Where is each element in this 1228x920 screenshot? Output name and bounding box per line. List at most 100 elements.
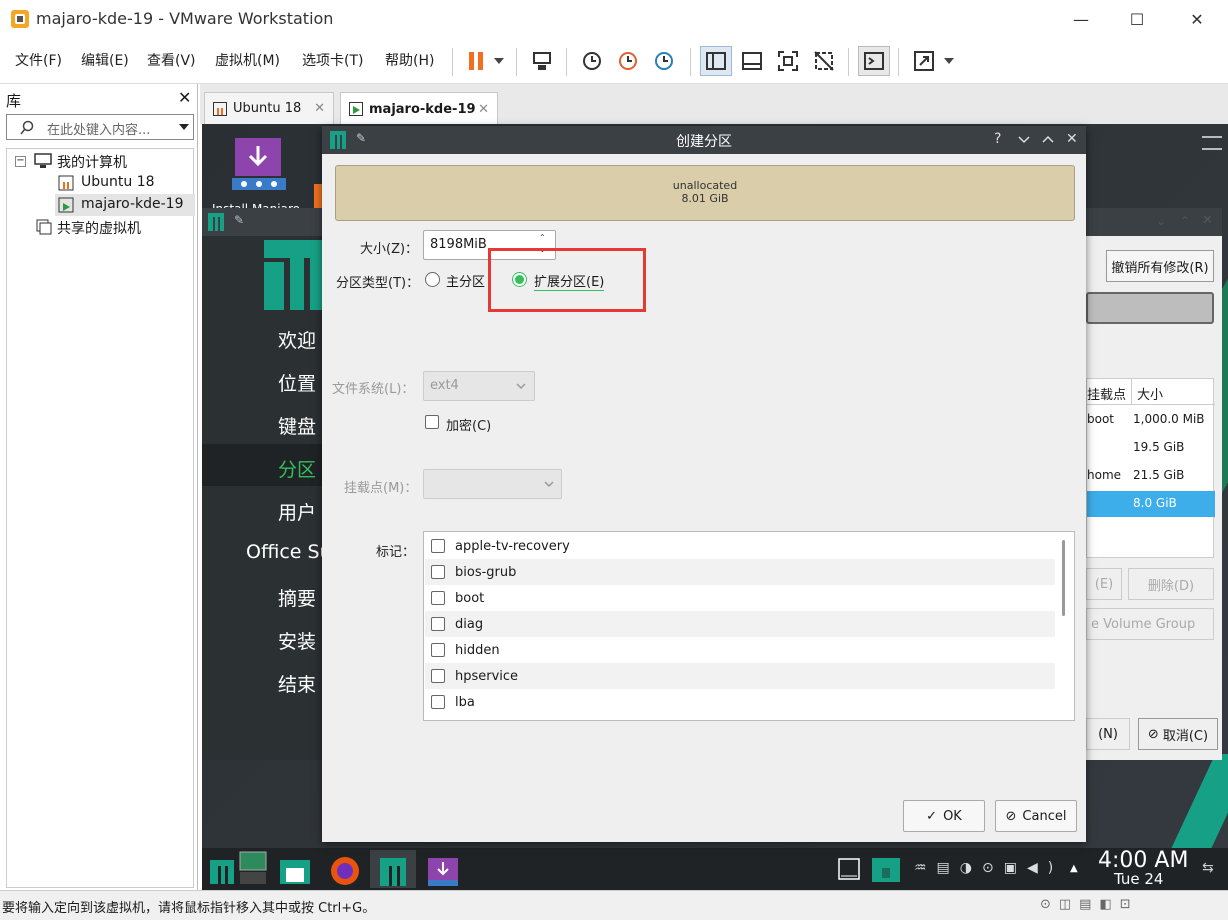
tray-icons[interactable]: ♒▤◑⊙▣◀): [914, 860, 1063, 876]
nav-keyboard[interactable]: 键盘: [278, 412, 316, 439]
revert-all-button[interactable]: 撤销所有修改(R): [1106, 250, 1214, 282]
primary-label[interactable]: 主分区(P): [446, 271, 486, 290]
nav-finish[interactable]: 结束: [278, 670, 316, 697]
close-icon[interactable]: ✕: [314, 101, 325, 116]
fullscreen-icon[interactable]: [772, 46, 804, 76]
close-icon[interactable]: ✕: [178, 88, 191, 107]
flag-checkbox[interactable]: [431, 643, 445, 657]
manjaro-settings-icon[interactable]: [376, 854, 410, 888]
filesystem-select[interactable]: ext4: [423, 371, 535, 401]
ok-button[interactable]: ✓ OK: [903, 800, 985, 832]
primary-radio[interactable]: [425, 272, 440, 287]
nav-partitions[interactable]: 分区: [278, 455, 316, 482]
flag-checkbox[interactable]: [431, 539, 445, 553]
menu-tabs[interactable]: 选项卡(T): [302, 50, 363, 70]
collapse-icon[interactable]: −: [15, 156, 26, 167]
folder-icon[interactable]: [870, 854, 902, 884]
install-manjaro-icon[interactable]: [232, 136, 286, 192]
flag-row[interactable]: apple-tv-recovery: [425, 533, 1055, 559]
flag-checkbox[interactable]: [431, 669, 445, 683]
nav-summary[interactable]: 摘要: [278, 584, 316, 611]
nav-install[interactable]: 安装: [278, 627, 316, 654]
flag-row[interactable]: lba: [425, 689, 1055, 715]
manjaro-logo-icon: [208, 213, 224, 231]
flag-row[interactable]: hpservice: [425, 663, 1055, 689]
flag-row[interactable]: boot: [425, 585, 1055, 611]
chevron-up-icon[interactable]: ⌃: [1180, 214, 1190, 228]
minimize-button[interactable]: —: [1058, 6, 1104, 34]
hamburger-icon[interactable]: [1202, 136, 1222, 150]
chevron-down-icon[interactable]: [1018, 136, 1030, 144]
tab-ubuntu[interactable]: Ubuntu 18 ✕: [204, 92, 334, 124]
desktop-pager-icon[interactable]: [238, 850, 272, 884]
menu-file[interactable]: 文件(F): [15, 50, 62, 70]
lvm-button[interactable]: e Volume Group: [1086, 608, 1214, 640]
console-icon[interactable]: [858, 46, 890, 76]
menu-help[interactable]: 帮助(H): [385, 50, 434, 70]
flag-row[interactable]: bios-grub: [425, 559, 1055, 585]
flag-checkbox[interactable]: [431, 565, 445, 579]
window-icon[interactable]: [838, 858, 860, 880]
snapshot-manager-icon[interactable]: [648, 46, 680, 76]
tree-vm-majaro[interactable]: majaro-kde-19: [81, 196, 183, 212]
nav-welcome[interactable]: 欢迎: [278, 326, 316, 353]
stretch-icon[interactable]: [908, 46, 940, 76]
encrypt-checkbox[interactable]: [425, 415, 439, 429]
thumbnail-bar-icon[interactable]: [736, 46, 768, 76]
help-icon[interactable]: ?: [994, 131, 1001, 147]
send-keys-icon[interactable]: [526, 46, 558, 76]
delete-button[interactable]: 删除(D): [1128, 568, 1214, 600]
pin-icon[interactable]: ✎: [234, 213, 244, 227]
nav-location[interactable]: 位置: [278, 369, 316, 396]
flag-checkbox[interactable]: [431, 617, 445, 631]
chevron-down-icon[interactable]: [488, 46, 510, 76]
edit-button[interactable]: (E): [1086, 568, 1122, 600]
cancel-button[interactable]: ⊘ Cancel: [995, 800, 1077, 832]
unity-icon[interactable]: [808, 46, 840, 76]
library-panel: 库 ✕ 在此处键入内容... − 我的计算机 Ubuntu 18 majaro-…: [0, 84, 198, 890]
menu-view[interactable]: 查看(V): [147, 50, 196, 70]
flag-checkbox[interactable]: [431, 695, 445, 709]
search-input[interactable]: 在此处键入内容...: [47, 119, 150, 138]
nav-users[interactable]: 用户: [278, 498, 316, 525]
library-search[interactable]: 在此处键入内容...: [6, 114, 194, 140]
close-icon[interactable]: ✕: [1066, 131, 1078, 147]
chevron-down-icon[interactable]: ⌄: [1156, 214, 1166, 228]
flag-row[interactable]: diag: [425, 611, 1055, 637]
tree-vm-ubuntu[interactable]: Ubuntu 18: [81, 174, 155, 190]
nav-office[interactable]: Office Su: [246, 541, 322, 563]
snapshot-icon[interactable]: [576, 46, 608, 76]
dialog-titlebar: ✎ 创建分区 ? ✕: [322, 126, 1086, 154]
chevron-down-icon[interactable]: [938, 46, 960, 76]
maximize-button[interactable]: ☐: [1114, 6, 1160, 34]
chevron-down-icon[interactable]: [179, 124, 189, 130]
close-icon[interactable]: ✕: [478, 102, 489, 117]
app-launcher-icon[interactable]: [206, 854, 240, 888]
mount-combobox[interactable]: [423, 469, 562, 499]
installer-task-icon[interactable]: [426, 854, 460, 888]
close-icon[interactable]: ✕: [1202, 213, 1213, 228]
revert-snapshot-icon[interactable]: [612, 46, 644, 76]
scrollbar[interactable]: [1062, 540, 1065, 616]
menu-edit[interactable]: 编辑(E): [81, 50, 129, 70]
menu-vm[interactable]: 虚拟机(M): [215, 50, 280, 70]
spin-up-icon[interactable]: ⌃: [539, 233, 546, 242]
tree-my-computer[interactable]: 我的计算机: [57, 152, 127, 172]
flag-row[interactable]: hidden: [425, 637, 1055, 663]
flag-checkbox[interactable]: [431, 591, 445, 605]
device-icons[interactable]: ⊙◫▤◧⊡: [1040, 897, 1139, 912]
panel-settings-icon[interactable]: ⇆: [1202, 860, 1214, 876]
next-button[interactable]: (N): [1086, 718, 1130, 750]
tree-shared-vms[interactable]: 共享的虚拟机: [57, 218, 141, 238]
cancel-install-button[interactable]: ⊘ 取消(C): [1138, 718, 1218, 750]
file-manager-icon[interactable]: [278, 854, 312, 888]
sidebar-toggle-icon[interactable]: [700, 46, 732, 76]
vm-icon: [213, 101, 227, 116]
chevron-up-icon[interactable]: [1042, 135, 1054, 143]
encrypt-label[interactable]: 加密(C): [446, 415, 491, 434]
check-icon: ✓: [926, 808, 938, 824]
chevron-up-icon[interactable]: ▲: [1070, 863, 1078, 874]
close-button[interactable]: ✕: [1174, 6, 1220, 34]
firefox-icon[interactable]: [328, 854, 362, 888]
tab-majaro[interactable]: majaro-kde-19 ✕: [340, 92, 498, 125]
